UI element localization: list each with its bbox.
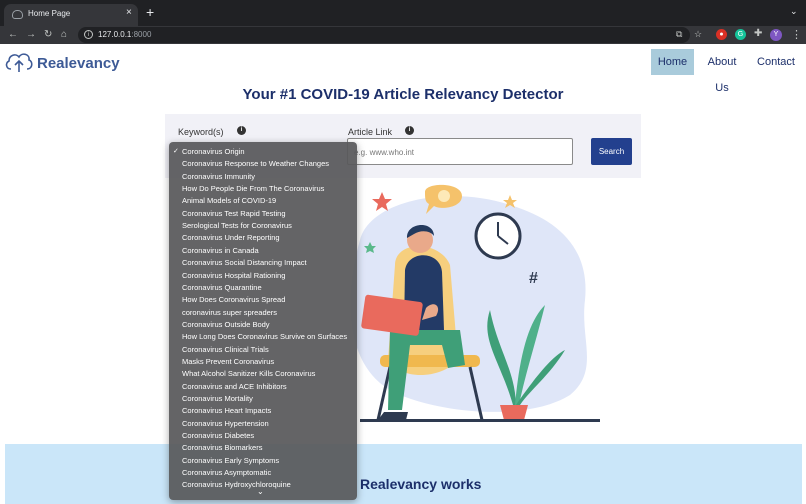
dropdown-option[interactable]: Serological Tests for Coronavirus bbox=[169, 220, 357, 232]
site-info-icon[interactable]: i bbox=[84, 30, 93, 39]
dropdown-option[interactable]: Coronavirus Outside Body bbox=[169, 319, 357, 331]
bookmark-star-icon[interactable]: ☆ bbox=[694, 29, 702, 40]
extensions-puzzle-icon[interactable]: ✚ bbox=[754, 28, 762, 39]
dropdown-option[interactable]: Coronavirus Biomarkers bbox=[169, 442, 357, 454]
brand-name[interactable]: Realevancy bbox=[37, 55, 120, 72]
extension-green-icon[interactable]: G bbox=[735, 29, 746, 40]
dropdown-option[interactable]: coronavirus super spreaders bbox=[169, 307, 357, 319]
forward-icon[interactable]: → bbox=[26, 28, 36, 42]
dropdown-option[interactable]: Animal Models of COVID-19 bbox=[169, 195, 357, 207]
hero-illustration: # bbox=[350, 184, 600, 422]
dropdown-option[interactable]: How Long Does Coronavirus Survive on Sur… bbox=[169, 331, 357, 343]
dropdown-option[interactable]: Coronavirus Mortality bbox=[169, 393, 357, 405]
how-it-works-heading: Realevancy works bbox=[360, 476, 482, 492]
address-bar[interactable]: i 127.0.0.1:8000 ⧉ ☆ bbox=[78, 27, 702, 43]
search-button[interactable]: Search bbox=[591, 138, 632, 165]
dropdown-option[interactable]: Coronavirus Social Distancing Impact bbox=[169, 257, 357, 269]
translate-icon[interactable]: ⧉ bbox=[676, 29, 682, 40]
dropdown-option[interactable]: Coronavirus Early Symptoms bbox=[169, 455, 357, 467]
how-it-works-section bbox=[5, 444, 802, 504]
svg-text:#: # bbox=[529, 270, 538, 287]
reload-icon[interactable]: ↻ bbox=[44, 28, 52, 42]
browser-toolbar: ← → ↻ ⌂ i 127.0.0.1:8000 ⧉ ☆ ● G ✚ Y ⋮ bbox=[0, 26, 806, 44]
dropdown-option[interactable]: Coronavirus Quarantine bbox=[169, 282, 357, 294]
keyword-label: Keyword(s) bbox=[178, 127, 224, 137]
dropdown-option[interactable]: What Alcohol Sanitizer Kills Coronavirus bbox=[169, 368, 357, 380]
cloud-favicon-icon bbox=[12, 10, 23, 19]
back-icon[interactable]: ← bbox=[8, 28, 18, 42]
dropdown-option[interactable]: Coronavirus Hospital Rationing bbox=[169, 270, 357, 282]
article-link-input[interactable]: e.g. www.who.int bbox=[347, 138, 573, 165]
dropdown-option[interactable]: Coronavirus Diabetes bbox=[169, 430, 357, 442]
dropdown-option-label: Coronavirus Origin bbox=[182, 147, 245, 156]
article-link-label: Article Link bbox=[348, 127, 393, 137]
link-info-icon[interactable]: i bbox=[405, 126, 414, 135]
dropdown-option[interactable]: Coronavirus Heart Impacts bbox=[169, 405, 357, 417]
nav-about-us[interactable]: About Us bbox=[700, 49, 744, 94]
dropdown-option[interactable]: Coronavirus in Canada bbox=[169, 245, 357, 257]
new-tab-icon[interactable]: + bbox=[146, 4, 154, 20]
browser-tab[interactable]: Home Page × bbox=[4, 4, 138, 26]
dropdown-option[interactable]: Coronavirus Response to Weather Changes bbox=[169, 158, 357, 170]
dropdown-option[interactable]: Masks Prevent Coronavirus bbox=[169, 356, 357, 368]
tab-search-chevron-icon[interactable]: ⌄ bbox=[790, 6, 798, 17]
profile-avatar[interactable]: Y bbox=[770, 29, 782, 41]
url-text: 127.0.0.1:8000 bbox=[98, 30, 152, 39]
site-navbar: Realevancy Home About Us Contact bbox=[0, 44, 806, 94]
dropdown-option[interactable]: ✓ Coronavirus Origin bbox=[169, 146, 357, 158]
close-tab-icon[interactable]: × bbox=[126, 7, 132, 18]
home-icon[interactable]: ⌂ bbox=[61, 28, 67, 42]
dropdown-option[interactable]: Coronavirus Asymptomatic bbox=[169, 467, 357, 479]
dropdown-option[interactable]: Coronavirus Immunity bbox=[169, 171, 357, 183]
browser-tabstrip: Home Page × + ⌄ bbox=[0, 0, 806, 26]
dropdown-option[interactable]: Coronavirus and ACE Inhibitors bbox=[169, 381, 357, 393]
page-headline: Your #1 COVID-19 Article Relevancy Detec… bbox=[242, 86, 564, 103]
selected-check-icon: ✓ bbox=[173, 148, 179, 155]
dropdown-option[interactable]: Coronavirus Hydroxychloroquine bbox=[169, 479, 357, 491]
menu-kebab-icon[interactable]: ⋮ bbox=[791, 28, 802, 41]
keyword-info-icon[interactable]: i bbox=[237, 126, 246, 135]
dropdown-option[interactable]: How Do People Die From The Coronavirus bbox=[169, 183, 357, 195]
tab-title: Home Page bbox=[28, 9, 71, 18]
nav-home[interactable]: Home bbox=[651, 49, 694, 75]
nav-contact[interactable]: Contact bbox=[756, 49, 796, 75]
dropdown-option[interactable]: Coronavirus Under Reporting bbox=[169, 232, 357, 244]
dropdown-option[interactable]: Coronavirus Hypertension bbox=[169, 418, 357, 430]
cloud-upload-logo-icon[interactable] bbox=[4, 49, 34, 75]
dropdown-option[interactable]: Coronavirus Test Rapid Testing bbox=[169, 208, 357, 220]
keyword-dropdown-list[interactable]: ⌄ ✓ Coronavirus Origin Coronavirus Respons… bbox=[169, 142, 357, 500]
dropdown-option[interactable]: How Does Coronavirus Spread bbox=[169, 294, 357, 306]
extension-red-icon[interactable]: ● bbox=[716, 29, 727, 40]
dropdown-option[interactable]: Coronavirus Clinical Trials bbox=[169, 344, 357, 356]
